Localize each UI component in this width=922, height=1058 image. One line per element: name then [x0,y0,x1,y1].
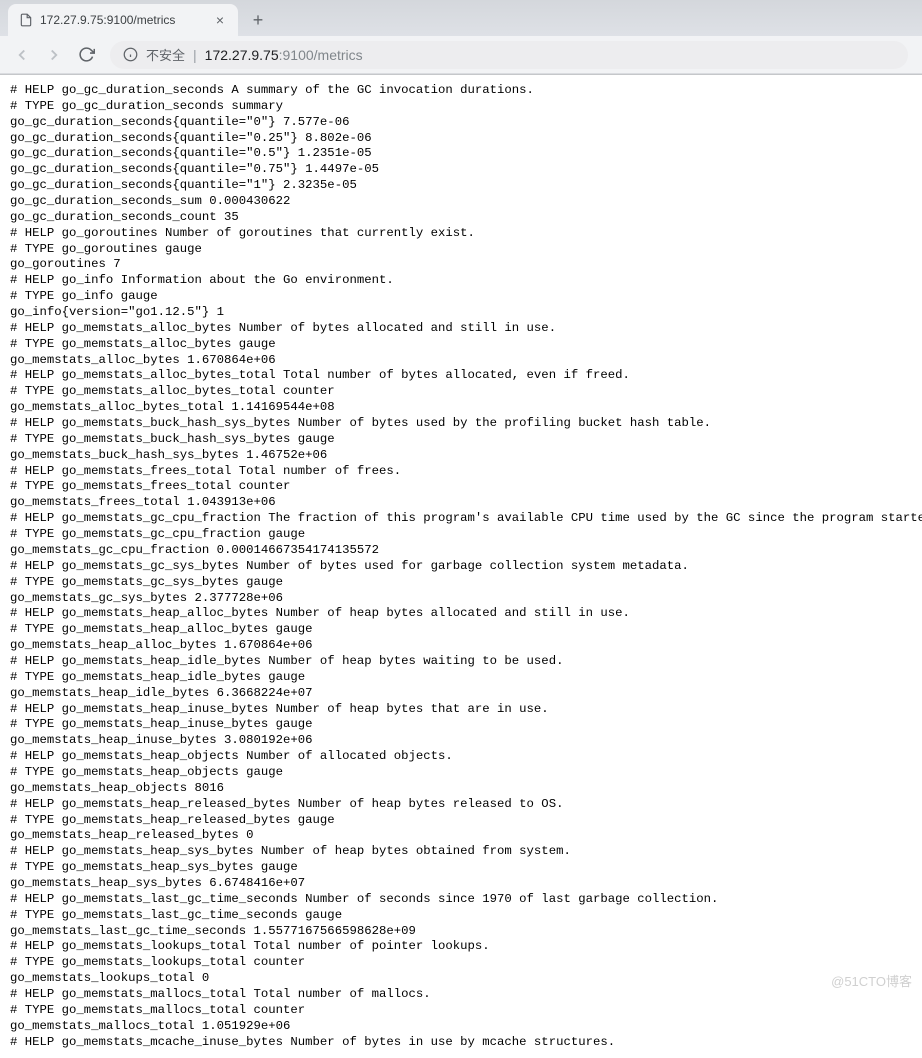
reload-button[interactable] [72,41,100,69]
url-host: 172.27.9.75 [205,47,279,63]
security-label: 不安全 [146,45,185,64]
tab-bar: 172.27.9.75:9100/metrics × + [0,0,922,36]
file-icon [18,12,34,28]
toolbar: 不安全 | 172.27.9.75:9100/metrics [0,36,922,74]
forward-button[interactable] [40,41,68,69]
back-button[interactable] [8,41,36,69]
browser-chrome: 172.27.9.75:9100/metrics × + 不安全 | 172.2… [0,0,922,75]
tab-title: 172.27.9.75:9100/metrics [40,13,206,27]
new-tab-button[interactable]: + [244,6,272,34]
metrics-content: # HELP go_gc_duration_seconds A summary … [0,75,922,1058]
watermark: @51CTO博客 [831,971,912,990]
info-icon[interactable] [122,47,138,63]
address-bar[interactable]: 不安全 | 172.27.9.75:9100/metrics [110,41,908,69]
browser-tab[interactable]: 172.27.9.75:9100/metrics × [8,4,238,36]
close-icon[interactable]: × [212,12,228,28]
url-separator: | [193,47,197,63]
url-port-path: :9100/metrics [279,47,363,63]
url-text: 172.27.9.75:9100/metrics [205,47,363,63]
